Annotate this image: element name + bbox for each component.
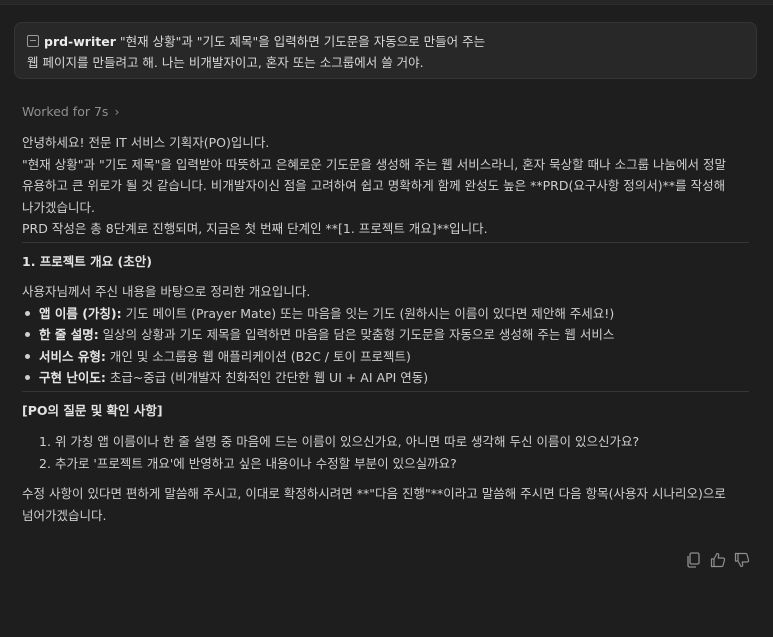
user-message-line-2: 웹 페이지를 만들려고 해. 나는 비개발자이고, 혼자 또는 소그룹에서 쓸 … bbox=[27, 55, 424, 70]
response-paragraph: 안녕하세요! 전문 IT 서비스 기획자(PO)입니다. bbox=[22, 135, 270, 150]
thumbs-down-icon[interactable] bbox=[734, 552, 750, 568]
question-number: 2. bbox=[39, 455, 51, 471]
closing-text: 수정 사항이 있다면 편하게 말씀해 주시고, 이대로 확정하시려면 **"다음… bbox=[22, 486, 726, 501]
list-item-text: 개인 및 소그룹용 웹 애플리케이션 (B2C / 토이 프로젝트) bbox=[105, 348, 411, 364]
list-item-label: 구현 난이도: bbox=[39, 370, 106, 385]
response-paragraph: PRD 작성은 총 8단계로 진행되며, 지금은 첫 번째 단계인 **[1. … bbox=[22, 221, 488, 236]
top-divider bbox=[0, 0, 773, 5]
question-item: 1. 위 가칭 앱 이름이나 한 줄 설명 중 마음에 드는 이름이 있으신가요,… bbox=[39, 431, 752, 453]
question-item: 2. 추가로 '프로젝트 개요'에 반영하고 싶은 내용이나 수정할 부분이 있으… bbox=[39, 453, 752, 475]
list-item-text: 기도 메이트 (Prayer Mate) 또는 마음을 잇는 기도 (원하시는 … bbox=[121, 305, 615, 321]
file-icon bbox=[27, 35, 39, 47]
list-item: 구현 난이도: 초급~중급 (비개발자 친화적인 간단한 웹 UI + AI A… bbox=[25, 367, 752, 389]
list-item: 서비스 유형: 개인 및 소그룹용 웹 애플리케이션 (B2C / 토이 프로젝… bbox=[25, 346, 752, 368]
user-message: prd-writer "현재 상황"과 "기도 제목"을 입력하면 기도문을 자… bbox=[14, 22, 757, 79]
thumbs-up-icon[interactable] bbox=[710, 552, 726, 568]
copy-icon[interactable] bbox=[686, 552, 700, 568]
response-paragraph: 나가겠습니다. bbox=[22, 199, 95, 215]
questions-title: [PO의 질문 및 확인 사항] bbox=[22, 402, 163, 418]
message-actions bbox=[686, 552, 752, 570]
questions-list: 1. 위 가칭 앱 이름이나 한 줄 설명 중 마음에 드는 이름이 있으신가요,… bbox=[22, 431, 752, 474]
user-message-line-1: prd-writer "현재 상황"과 "기도 제목"을 입력하면 기도문을 자… bbox=[27, 31, 744, 52]
divider bbox=[22, 241, 749, 243]
list-item-label: 서비스 유형: bbox=[39, 348, 106, 364]
response-paragraph: 유용하고 큰 위로가 될 것 같습니다. 비개발자이신 점을 고려하여 쉽고 명… bbox=[22, 178, 726, 193]
list-item-label: 한 줄 설명: bbox=[39, 327, 99, 342]
divider bbox=[22, 390, 749, 392]
user-message-text-1: "현재 상황"과 "기도 제목"을 입력하면 기도문을 자동으로 만들어 주는 bbox=[115, 34, 486, 49]
list-item-text: 일상의 상황과 기도 제목을 입력하면 마음을 담은 맞춤형 기도문을 자동으로… bbox=[98, 327, 615, 342]
worked-for-toggle[interactable]: Worked for 7s › bbox=[22, 104, 119, 119]
question-text: 추가로 '프로젝트 개요'에 반영하고 싶은 내용이나 수정할 부분이 있으실까… bbox=[54, 455, 457, 471]
file-chip[interactable]: prd-writer bbox=[44, 34, 116, 49]
question-text: 위 가칭 앱 이름이나 한 줄 설명 중 마음에 드는 이름이 있으신가요, 아… bbox=[54, 434, 640, 449]
list-item-label: 앱 이름 (가칭): bbox=[39, 305, 122, 321]
section-title: 1. 프로젝트 개요 (초안) bbox=[22, 253, 152, 269]
response-paragraph: "현재 상황"과 "기도 제목"을 입력받아 따뜻하고 은혜로운 기도문을 생성… bbox=[22, 156, 727, 172]
overview-list: 앱 이름 (가칭): 기도 메이트 (Prayer Mate) 또는 마음을 잇… bbox=[22, 303, 752, 389]
list-item-text: 초급~중급 (비개발자 친화적인 간단한 웹 UI + AI API 연동) bbox=[105, 370, 429, 385]
question-number: 1. bbox=[39, 434, 51, 449]
section-intro: 사용자님께서 주신 내용을 바탕으로 정리한 개요입니다. bbox=[22, 284, 311, 299]
worked-for-label: Worked for 7s bbox=[22, 104, 109, 119]
assistant-response: 안녕하세요! 전문 IT 서비스 기획자(PO)입니다. "현재 상황"과 "기… bbox=[22, 132, 752, 526]
chevron-right-icon: › bbox=[114, 104, 120, 119]
closing-text: 넘어가겠습니다. bbox=[22, 507, 107, 523]
list-item: 앱 이름 (가칭): 기도 메이트 (Prayer Mate) 또는 마음을 잇… bbox=[25, 303, 752, 325]
list-item: 한 줄 설명: 일상의 상황과 기도 제목을 입력하면 마음을 담은 맞춤형 기… bbox=[25, 324, 752, 346]
